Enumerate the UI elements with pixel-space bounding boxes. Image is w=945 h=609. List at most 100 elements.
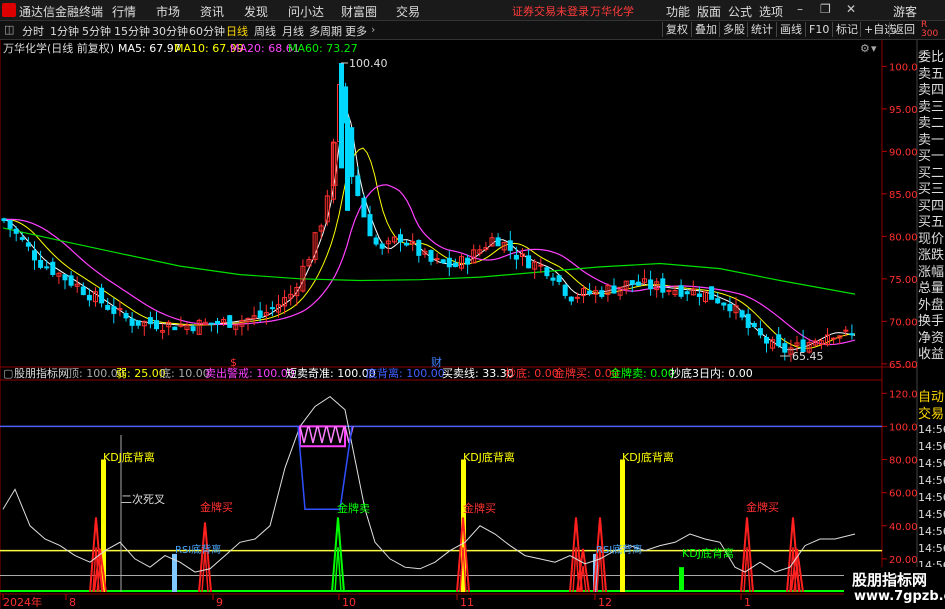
x-tick-label: 11 <box>460 596 474 609</box>
menu-discover[interactable]: 发现 <box>244 3 268 20</box>
r300-badge[interactable]: R 300 <box>921 21 945 39</box>
button-stats[interactable]: 统计 <box>747 22 776 37</box>
restore-icon[interactable]: ❐ <box>820 2 831 16</box>
button-multi-stock[interactable]: 多股 <box>719 22 748 37</box>
trade-time: 14:56 <box>918 542 945 555</box>
menu-options[interactable]: 选项 <box>759 3 783 20</box>
oscillator-line <box>2 395 856 573</box>
menu-layout[interactable]: 版面 <box>697 3 721 20</box>
gold-buy-label-3: 金牌买 <box>746 500 779 514</box>
menu-news[interactable]: 资讯 <box>200 3 224 20</box>
menu-wealth[interactable]: 财富圈 <box>341 3 377 20</box>
button-overlay[interactable]: 叠加 <box>691 22 720 37</box>
candle-body <box>629 280 635 285</box>
toolbar-menu-icon[interactable]: ◫ <box>4 23 14 36</box>
menu-formula[interactable]: 公式 <box>728 3 752 20</box>
tab-daily[interactable]: 日线 <box>226 23 248 39</box>
stock-name-link[interactable]: 万华化学 <box>590 3 634 19</box>
tab-multi-period[interactable]: 多周期 <box>309 23 342 39</box>
indicator-value-2: 底: 10.00 <box>160 366 210 380</box>
candle-body <box>172 326 178 331</box>
price-tick-label: 85.00 <box>889 190 918 201</box>
candle-body <box>507 240 513 251</box>
indicator-tick-label: 80.00 <box>889 456 918 467</box>
tab-timeshare[interactable]: 分时 <box>22 23 44 39</box>
trade-time: 14:56 <box>918 440 945 453</box>
settings-gear-icon[interactable]: ⚙ <box>860 42 870 55</box>
x-tick-label: 12 <box>598 596 612 609</box>
candle-body <box>574 296 580 299</box>
candle-body <box>25 242 31 247</box>
ma10-line <box>3 147 856 349</box>
price-tick-label: 70.00 <box>889 317 918 328</box>
second-death-cross-label: 二次死叉 <box>121 492 165 506</box>
indicator-collapse-icon[interactable]: ▢ <box>3 367 13 380</box>
minimize-icon[interactable]: – <box>797 2 803 16</box>
button-adjust[interactable]: 复权 <box>662 22 691 37</box>
candle-body <box>86 294 92 301</box>
trade-time: 14:56 <box>918 508 945 521</box>
x-tick-label: 10 <box>342 596 356 609</box>
tab-weekly[interactable]: 周线 <box>254 23 276 39</box>
candle-body <box>215 320 220 325</box>
sell-warning-hatch <box>326 426 336 444</box>
rsi-divergence-label-1: RSI底背离 <box>175 543 221 556</box>
chevron-right-icon[interactable]: › <box>371 23 375 36</box>
candle-body <box>526 255 532 269</box>
candle-body <box>38 260 44 268</box>
candle-body <box>62 274 68 281</box>
button-f10[interactable]: F10 <box>805 22 832 37</box>
indicator-value-7: 抄底: 0.00 <box>505 366 559 380</box>
menu-quotes[interactable]: 行情 <box>112 3 136 20</box>
collapse-icon[interactable]: ▾ <box>871 42 877 55</box>
menu-ask[interactable]: 问小达 <box>288 3 324 20</box>
candle-body <box>135 320 141 326</box>
price-tick-label: 65.00 <box>889 360 918 371</box>
candle-body <box>739 310 745 318</box>
candle-body <box>269 307 275 310</box>
x-tick-label: 2024年 <box>3 595 42 609</box>
indicator-value-6: 买卖线: 33.30 <box>442 366 514 380</box>
trade-time: 14:56 <box>918 423 945 436</box>
x-tick-label: 8 <box>69 596 76 609</box>
candle-body <box>446 257 452 268</box>
indicator-value-3: 卖出警戒: 100.00 <box>205 366 295 380</box>
tab-15min[interactable]: 15分钟 <box>114 23 150 39</box>
candle-body <box>99 287 105 304</box>
auto-trade-label[interactable]: 交易 <box>918 403 945 422</box>
tab-more[interactable]: 更多 <box>345 23 367 39</box>
guest-user[interactable]: 游客 <box>893 3 917 20</box>
tab-60min[interactable]: 60分钟 <box>189 23 225 39</box>
trade-login-warning[interactable]: 证券交易未登录 <box>512 3 589 19</box>
sell-warning-hatch <box>299 426 309 444</box>
menu-trade[interactable]: 交易 <box>396 3 420 20</box>
title-bar: 通达信金融终端 行情 市场 资讯 发现 问小达 财富圈 交易 证券交易未登录 万… <box>0 0 945 21</box>
indicator-value-8: 金牌买: 0.00 <box>554 366 619 380</box>
candle-body <box>562 284 568 296</box>
tab-30min[interactable]: 30分钟 <box>152 23 188 39</box>
menu-function[interactable]: 功能 <box>666 3 690 20</box>
candle-body <box>666 289 672 292</box>
tab-1min[interactable]: 1分钟 <box>50 23 79 39</box>
indicator-value-10: 抄底3日内: 0.00 <box>670 366 753 380</box>
green-signal-bar <box>679 567 684 592</box>
button-back[interactable]: 返回 <box>889 22 918 37</box>
high-label: 100.40 <box>349 57 388 70</box>
tab-monthly[interactable]: 月线 <box>282 23 304 39</box>
candle-body <box>709 286 715 300</box>
close-icon[interactable]: ✕ <box>846 2 856 16</box>
menu-market[interactable]: 市场 <box>156 3 180 20</box>
indicator-tick-label: 60.00 <box>889 489 918 500</box>
candle-body <box>80 286 86 296</box>
indicator-tick-label: 120.0 <box>889 389 918 400</box>
indicator-tick-label: 100.0 <box>889 422 918 433</box>
indicator-tick-label: 20.00 <box>889 555 918 566</box>
candle-body <box>849 333 855 336</box>
tab-5min[interactable]: 5分钟 <box>82 23 111 39</box>
candle-body <box>776 334 782 347</box>
button-draw[interactable]: 画线 <box>776 22 805 37</box>
button-mark[interactable]: 标记 <box>832 22 861 37</box>
price-axis: 100.0 95.00 90.00 85.00 80.00 75.00 70.00 65.00 <box>882 62 918 371</box>
app-name: 通达信金融终端 <box>19 5 104 19</box>
chart-canvas[interactable]: 万华化学(日线 前复权) MA5: 67.97 MA10: 67.99 MA20… <box>0 40 945 609</box>
